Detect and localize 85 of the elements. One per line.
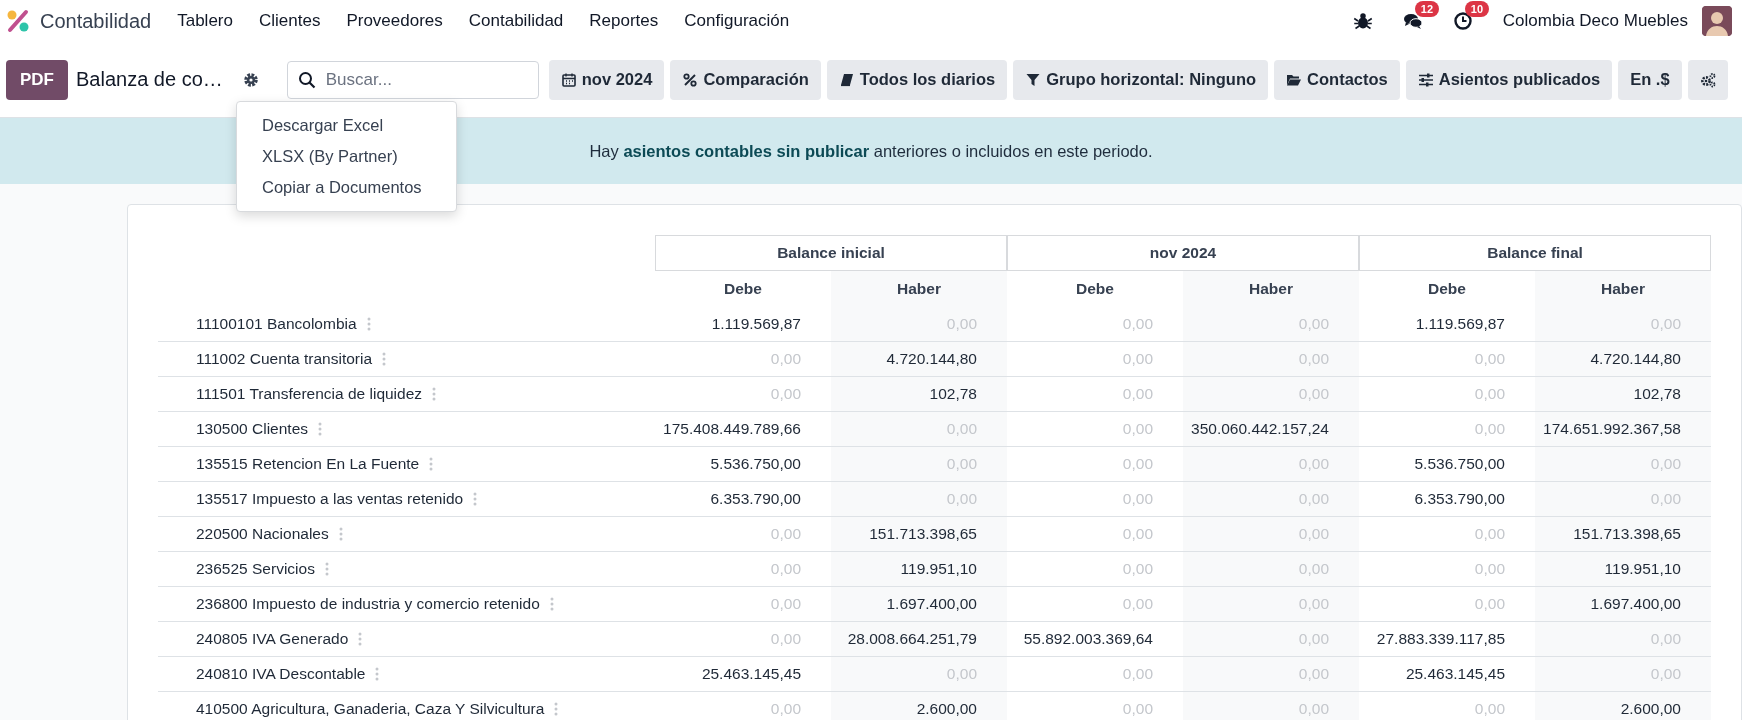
kebab-icon[interactable] — [382, 352, 387, 366]
gears-icon — [1699, 71, 1716, 88]
table-cell: 28.008.664.251,79 — [831, 622, 1007, 657]
table-cell: 4.720.144,80 — [1535, 342, 1711, 377]
book-icon — [838, 71, 855, 88]
table-cell: 102,78 — [1535, 377, 1711, 412]
menu-item[interactable]: Reportes — [589, 11, 659, 31]
table-cell: 4.720.144,80 — [831, 342, 1007, 377]
chat-icon[interactable] — [1402, 11, 1423, 31]
account-name[interactable]: 135517 Impuesto a las ventas retenido — [196, 490, 464, 508]
kebab-icon[interactable] — [375, 667, 380, 681]
kebab-icon[interactable] — [338, 527, 343, 541]
table-cell: 102,78 — [831, 377, 1007, 412]
menu-item[interactable]: XLSX (By Partner) — [237, 141, 456, 172]
table-cell: 1.697.400,00 — [1535, 587, 1711, 622]
menu-item[interactable]: Clientes — [258, 11, 321, 31]
banner-text: Hay asientos contables sin publicar anteriores o incluidos en este periodo. — [589, 141, 1153, 161]
kebab-icon[interactable] — [429, 457, 434, 471]
filter-icon — [1025, 71, 1042, 88]
bug-icon[interactable] — [1352, 11, 1373, 31]
account-name[interactable]: 240810 IVA Descontable — [196, 665, 366, 683]
menu-item[interactable]: Descargar Excel — [237, 110, 456, 141]
company-name[interactable]: Colombia Deco Muebles — [1502, 11, 1688, 31]
account-name[interactable]: 240805 IVA Generado — [196, 630, 349, 648]
filter-button[interactable]: Todos los diarios — [826, 59, 1008, 100]
kebab-icon[interactable] — [324, 562, 329, 576]
clock-icon[interactable] — [1452, 11, 1473, 31]
kebab-icon[interactable] — [318, 422, 323, 436]
search-field[interactable]: Buscar... — [286, 60, 539, 99]
kebab-icon[interactable] — [554, 702, 559, 716]
kebab-icon[interactable] — [473, 492, 478, 506]
kebab-icon[interactable] — [366, 317, 371, 331]
menu-item[interactable]: Tablero — [177, 11, 233, 31]
table-cell: 151.713.398,65 — [831, 517, 1007, 552]
app-logo-icon — [6, 9, 30, 33]
table-cell: 2.600,00 — [831, 692, 1007, 720]
account-name[interactable]: 410500 Agricultura, Ganaderia, Caza Y Silvicultura — [196, 700, 545, 718]
filter-button[interactable]: Contactos — [1274, 59, 1400, 100]
kebab-icon[interactable] — [432, 387, 437, 401]
filter-button[interactable]: Asientos publicados — [1405, 59, 1613, 100]
kebab-icon[interactable] — [549, 597, 554, 611]
account-name[interactable]: 111501 Transferencia de liquidez — [196, 385, 423, 403]
column-header: Haber — [1183, 271, 1359, 307]
account-name[interactable]: 130500 Clientes — [196, 420, 309, 438]
menu-item[interactable]: Proveedores — [346, 11, 443, 31]
percent-icon — [682, 71, 699, 88]
menu-item[interactable]: Copiar a Documentos — [237, 172, 456, 203]
calendar-icon — [560, 71, 577, 88]
pdf-button[interactable]: PDF — [6, 59, 68, 100]
table-cell: 119.951,10 — [1535, 552, 1711, 587]
filter-button[interactable]: Grupo horizontal: Ninguno — [1013, 59, 1269, 100]
report-title: Balanza de co… — [76, 68, 223, 91]
column-header: Debe — [1427, 279, 1467, 299]
table-cell: 174.651.992.367,58 — [1535, 412, 1711, 447]
table-cell: 151.713.398,65 — [1535, 517, 1711, 552]
filter-button[interactable]: En .$ — [1618, 59, 1682, 100]
column-header: Haber — [831, 271, 1007, 307]
account-name[interactable]: 135515 Retencion En La Fuente — [196, 455, 420, 473]
account-name[interactable]: 111002 Cuenta transitoria — [196, 350, 373, 368]
menu-item[interactable]: Contabilidad — [468, 11, 564, 31]
avatar-icon[interactable] — [1702, 6, 1732, 36]
options-button[interactable] — [1687, 59, 1728, 100]
settings-icon[interactable] — [242, 71, 259, 88]
account-name[interactable]: 11100101 Bancolombia — [196, 315, 357, 333]
notification-badge: 12 — [1414, 1, 1440, 17]
menu-item[interactable]: Configuración — [684, 11, 790, 31]
column-header: Debe — [723, 279, 763, 299]
column-group-header: Balance inicial — [655, 235, 1007, 271]
notification-badge: 10 — [1464, 1, 1490, 17]
table-cell: 350.060.442.157,24 — [1183, 412, 1359, 447]
column-header: Haber — [1535, 271, 1711, 307]
table-cell: 2.600,00 — [1535, 692, 1711, 720]
filter-button[interactable]: Comparación — [670, 59, 821, 100]
account-name[interactable]: 220500 Nacionales — [196, 525, 329, 543]
sliders-icon — [1417, 71, 1434, 88]
table-cell: 119.951,10 — [831, 552, 1007, 587]
column-group-header: Balance final — [1359, 235, 1711, 271]
app-name[interactable]: Contabilidad — [40, 9, 152, 33]
account-name[interactable]: 236525 Servicios — [196, 560, 315, 578]
table-cell: 1.697.400,00 — [831, 587, 1007, 622]
column-header: Debe — [1075, 279, 1115, 299]
account-name[interactable]: 236800 Impuesto de industria y comercio retenido — [196, 595, 540, 613]
filter-button[interactable]: nov 2024 — [548, 59, 665, 100]
kebab-icon[interactable] — [358, 632, 363, 646]
column-group-header: nov 2024 — [1007, 235, 1359, 271]
